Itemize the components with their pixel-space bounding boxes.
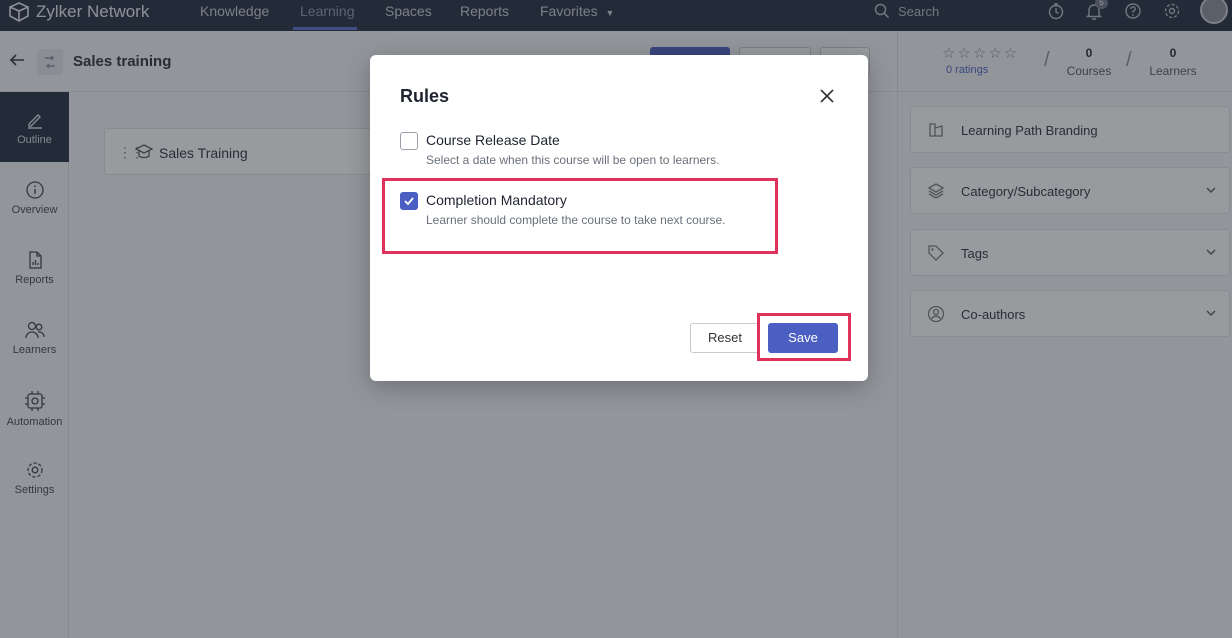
rule-title: Course Release Date [426,132,560,148]
rule-description: Select a date when this course will be o… [426,153,720,167]
reset-button[interactable]: Reset [690,323,760,353]
close-icon[interactable] [819,88,835,104]
dialog-title: Rules [400,86,450,106]
rules-dialog: Rules Course Release Date Select a date … [370,55,868,381]
highlight-box [757,313,851,361]
highlight-box [382,178,778,254]
release-date-checkbox[interactable] [400,132,418,150]
